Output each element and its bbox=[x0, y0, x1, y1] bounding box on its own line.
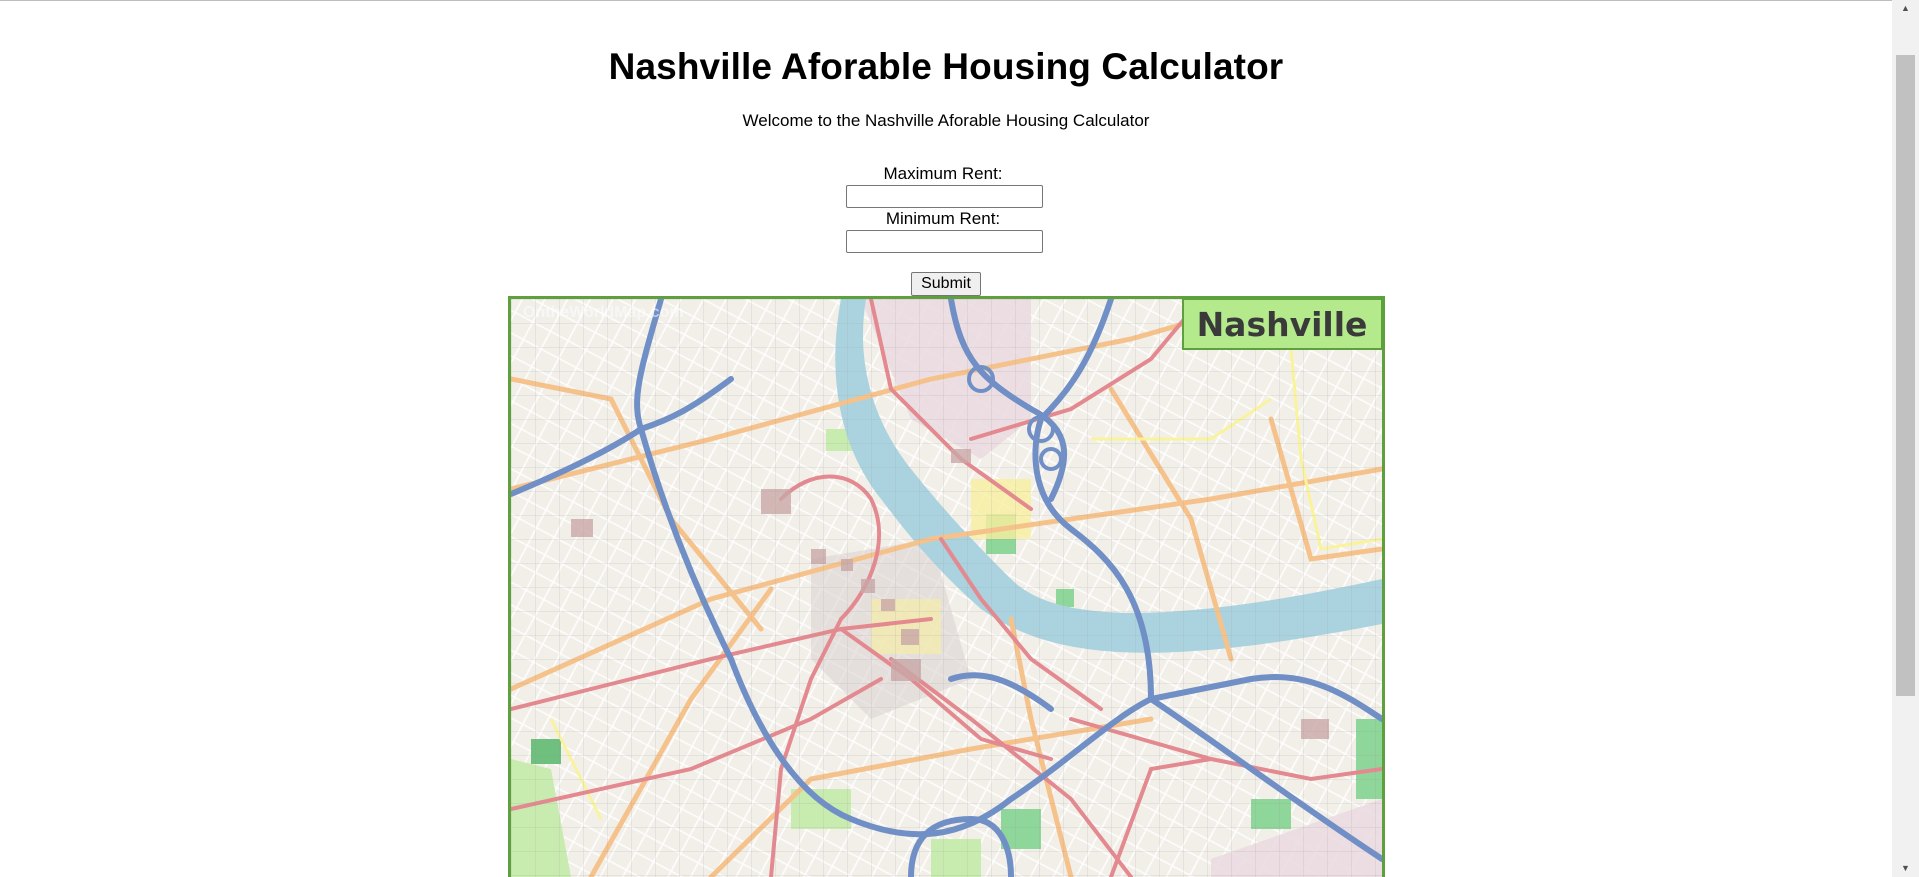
up-arrow-icon[interactable]: ▲ bbox=[1892, 0, 1919, 17]
nashville-map: Nashville OntheWorldMap.com bbox=[508, 296, 1385, 877]
max-rent-input[interactable] bbox=[846, 185, 1043, 208]
min-rent-label: Minimum Rent: bbox=[885, 209, 1001, 228]
map-watermark: OntheWorldMap.com bbox=[523, 304, 684, 321]
submit-button[interactable]: Submit bbox=[911, 272, 981, 296]
welcome-text: Welcome to the Nashville Aforable Housin… bbox=[742, 111, 1150, 130]
max-rent-label: Maximum Rent: bbox=[883, 164, 1003, 183]
scrollbar-thumb[interactable] bbox=[1896, 55, 1915, 696]
down-arrow-icon[interactable]: ▼ bbox=[1892, 860, 1919, 877]
page-title: Nashville Aforable Housing Calculator bbox=[608, 46, 1284, 87]
min-rent-input[interactable] bbox=[846, 230, 1043, 253]
vertical-scrollbar[interactable]: ▲ ▼ bbox=[1892, 0, 1919, 877]
map-graphic: Nashville OntheWorldMap.com bbox=[511, 299, 1382, 877]
page-content: Nashville Aforable Housing Calculator We… bbox=[0, 0, 1892, 877]
map-badge-title: Nashville bbox=[1197, 305, 1368, 344]
